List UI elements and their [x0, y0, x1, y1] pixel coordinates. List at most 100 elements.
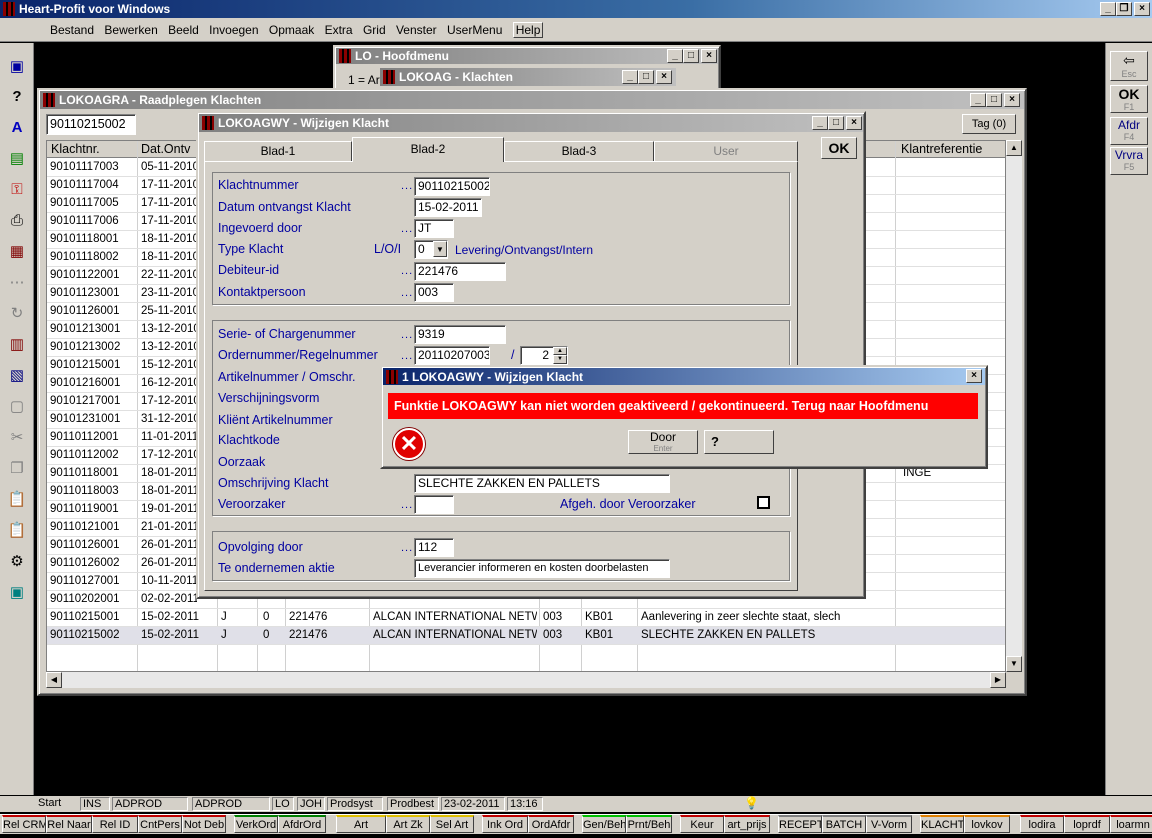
taskbar-button-rel-id[interactable]: Rel ID: [92, 815, 138, 833]
paste-special-icon[interactable]: 📋: [6, 519, 28, 541]
menu-extra[interactable]: Extra: [325, 23, 353, 37]
taskbar-button-batch[interactable]: BATCH: [822, 815, 866, 833]
scroll-up-button[interactable]: ▲: [1006, 140, 1022, 156]
calendar-icon[interactable]: ▣: [6, 55, 28, 77]
taskbar-button-art-prijs[interactable]: art_prijs: [724, 815, 770, 833]
chevron-down-icon[interactable]: ▼: [433, 241, 447, 257]
lookup-dots[interactable]: ...: [401, 265, 413, 277]
ingevoerd-field[interactable]: JT: [414, 219, 454, 238]
lookup-dots[interactable]: ...: [401, 180, 413, 192]
opvolging-field[interactable]: 112: [414, 538, 454, 557]
lookup-dots[interactable]: ...: [401, 223, 413, 235]
wijzigen-minimize-button[interactable]: _: [812, 116, 828, 130]
order-field[interactable]: 20110207003: [414, 346, 490, 365]
taskbar-button-klacht[interactable]: KLACHT: [920, 815, 964, 833]
taskbar-button-not-deb[interactable]: Not Deb: [182, 815, 226, 833]
tab-user[interactable]: User: [654, 141, 798, 161]
table-row[interactable]: 90110215001 15-02-2011 J 0 221476 ALCAN INTER…: [47, 609, 1005, 627]
header-klachtnr[interactable]: Klachtnr.: [51, 142, 139, 156]
klachten-maximize-button[interactable]: □: [638, 70, 654, 84]
taskbar-button-ordafdr[interactable]: OrdAfdr: [528, 815, 574, 833]
taskbar-button-loarmn[interactable]: loarmn: [1110, 815, 1152, 833]
export-icon[interactable]: ▥: [6, 333, 28, 355]
debiteur-field[interactable]: 221476: [414, 262, 506, 281]
lookup-dots[interactable]: ...: [401, 350, 413, 362]
lookup-dots[interactable]: ...: [401, 499, 413, 511]
type-select[interactable]: 0 ▼: [414, 240, 448, 259]
settings-icon[interactable]: ⚙: [6, 550, 28, 572]
error-dialog-close-button[interactable]: ×: [966, 369, 982, 383]
klachtnummer-field[interactable]: 90110215002: [414, 177, 490, 196]
app-minimize-button[interactable]: _: [1100, 2, 1116, 16]
stepper-down-icon[interactable]: ▼: [553, 355, 567, 364]
taskbar-button-v-vorm[interactable]: V-Vorm: [866, 815, 912, 833]
menu-venster[interactable]: Venster: [396, 23, 437, 37]
taskbar-button-rel-crm[interactable]: Rel CRM: [2, 815, 46, 833]
scroll-left-button[interactable]: ◀: [46, 672, 62, 688]
chart-icon[interactable]: ▧: [6, 364, 28, 386]
aktie-field[interactable]: Leverancier informeren en kosten doorbel…: [414, 559, 670, 578]
taskbar-button-keur[interactable]: Keur: [680, 815, 724, 833]
header-klantreferentie[interactable]: Klantreferentie: [901, 142, 982, 156]
taskbar-button-sel-art[interactable]: Sel Art: [430, 815, 474, 833]
paste-icon[interactable]: 📋: [6, 488, 28, 510]
help-icon[interactable]: ?: [6, 85, 28, 107]
font-icon[interactable]: A: [6, 116, 28, 138]
klachten-close-button[interactable]: ×: [656, 70, 672, 84]
taskbar-button-art-zk[interactable]: Art Zk: [386, 815, 430, 833]
datum-field[interactable]: 15-02-2011: [414, 198, 482, 217]
search-input[interactable]: 90110215002: [46, 114, 136, 135]
taskbar-button-art[interactable]: Art: [336, 815, 386, 833]
raadplegen-maximize-button[interactable]: □: [986, 93, 1002, 107]
copy-icon[interactable]: ❐: [6, 457, 28, 479]
raadplegen-minimize-button[interactable]: _: [970, 93, 986, 107]
taskbar-button-recept[interactable]: RECEPT: [778, 815, 822, 833]
grid-vertical-scrollbar[interactable]: ▲ ▼: [1006, 140, 1022, 672]
menu-opmaak[interactable]: Opmaak: [269, 23, 314, 37]
scroll-right-button[interactable]: ▶: [990, 672, 1006, 688]
wijzigen-close-button[interactable]: ×: [846, 116, 862, 130]
hoofdmenu-close-button[interactable]: ×: [701, 49, 717, 63]
lookup-dots[interactable]: ...: [401, 287, 413, 299]
window-icon[interactable]: ▢: [6, 395, 28, 417]
afgeh-checkbox[interactable]: [757, 496, 770, 509]
help-button[interactable]: ?: [704, 430, 774, 454]
refresh-icon[interactable]: ↻: [6, 302, 28, 324]
ok-button[interactable]: OK F1: [1110, 85, 1148, 113]
scroll-down-button[interactable]: ▼: [1006, 656, 1022, 672]
tag-button[interactable]: Tag (0): [962, 114, 1016, 134]
wijzigen-ok-button[interactable]: OK: [821, 137, 857, 159]
menu-invoegen[interactable]: Invoegen: [209, 23, 258, 37]
omschrijving-field[interactable]: SLECHTE ZAKKEN EN PALLETS: [414, 474, 670, 493]
taskbar-button-verkord[interactable]: VerkOrd: [234, 815, 278, 833]
hoofdmenu-minimize-button[interactable]: _: [667, 49, 683, 63]
header-datontv[interactable]: Dat.Ontv: [141, 142, 197, 156]
taskbar-button-afdrord[interactable]: AfdrOrd: [278, 815, 326, 833]
grid-horizontal-scrollbar[interactable]: ◀ ▶: [46, 672, 1006, 688]
app-restore-button[interactable]: ❐: [1116, 2, 1132, 16]
kontakt-field[interactable]: 003: [414, 283, 454, 302]
menu-grid[interactable]: Grid: [363, 23, 386, 37]
regel-stepper[interactable]: 2 ▲ ▼: [520, 346, 568, 365]
taskbar-button-loprdf[interactable]: loprdf: [1064, 815, 1110, 833]
door-button[interactable]: Door Enter: [628, 430, 698, 454]
taskbar-button-lodira[interactable]: lodira: [1020, 815, 1064, 833]
wijzigen-maximize-button[interactable]: □: [828, 116, 844, 130]
taskbar-button-ink-ord[interactable]: Ink Ord: [482, 815, 528, 833]
tab-blad-2[interactable]: Blad-2: [352, 137, 504, 162]
tab-blad-3[interactable]: Blad-3: [504, 141, 654, 161]
klachten-minimize-button[interactable]: _: [622, 70, 638, 84]
menu-usermenu[interactable]: UserMenu: [447, 23, 502, 37]
raadplegen-close-button[interactable]: ×: [1004, 93, 1020, 107]
monitor-icon[interactable]: ▣: [6, 581, 28, 603]
taskbar-button-prnt-beh[interactable]: Prnt/Beh: [626, 815, 672, 833]
import-icon[interactable]: ▤: [6, 147, 28, 169]
menu-bestand[interactable]: Bestand: [50, 23, 94, 37]
table-row[interactable]: 90110215002 15-02-2011 J 0 221476 ALCAN INTER…: [47, 627, 1005, 645]
taskbar-button-rel-naar[interactable]: Rel Naar: [46, 815, 92, 833]
stepper-up-icon[interactable]: ▲: [553, 347, 567, 355]
menu-beeld[interactable]: Beeld: [168, 23, 199, 37]
hoofdmenu-maximize-button[interactable]: □: [683, 49, 699, 63]
afdr-button[interactable]: Afdr F4: [1110, 117, 1148, 145]
veroorzaker-field[interactable]: [414, 495, 454, 514]
